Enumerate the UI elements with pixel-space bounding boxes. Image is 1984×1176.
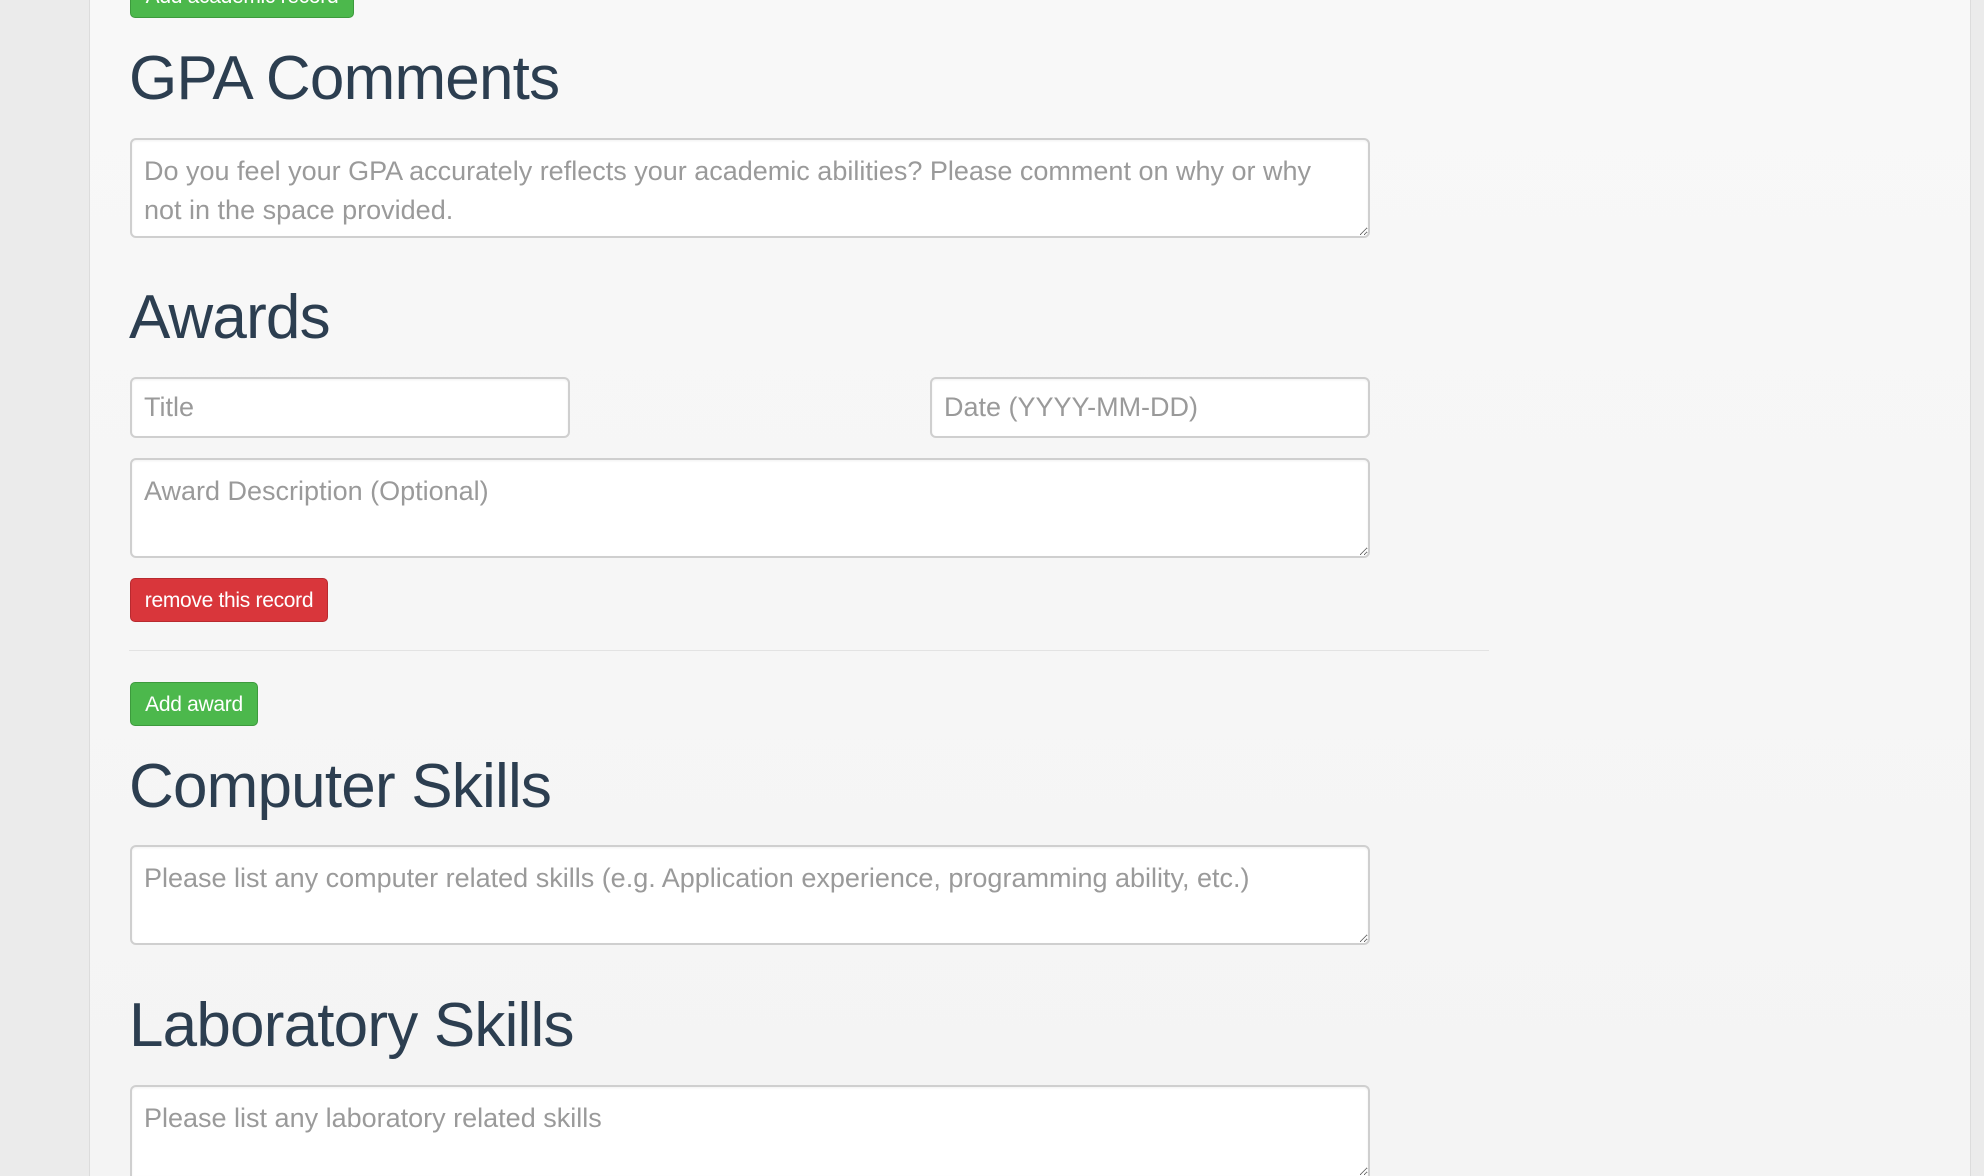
laboratory-skills-textarea[interactable]: [130, 1085, 1370, 1176]
add-award-button[interactable]: Add award: [130, 682, 258, 726]
remove-record-button[interactable]: remove this record: [130, 578, 328, 622]
award-title-input[interactable]: [130, 377, 570, 438]
computer-skills-textarea[interactable]: [130, 845, 1370, 945]
section-divider: [129, 650, 1489, 651]
add-academic-record-button[interactable]: Add academic record: [130, 0, 354, 18]
gpa-comments-textarea[interactable]: [130, 138, 1370, 238]
award-description-textarea[interactable]: [130, 458, 1370, 558]
gpa-comments-heading: GPA Comments: [129, 44, 560, 113]
laboratory-skills-heading: Laboratory Skills: [129, 991, 575, 1060]
computer-skills-heading: Computer Skills: [129, 752, 552, 821]
awards-heading: Awards: [129, 283, 331, 352]
award-date-input[interactable]: [930, 377, 1370, 438]
